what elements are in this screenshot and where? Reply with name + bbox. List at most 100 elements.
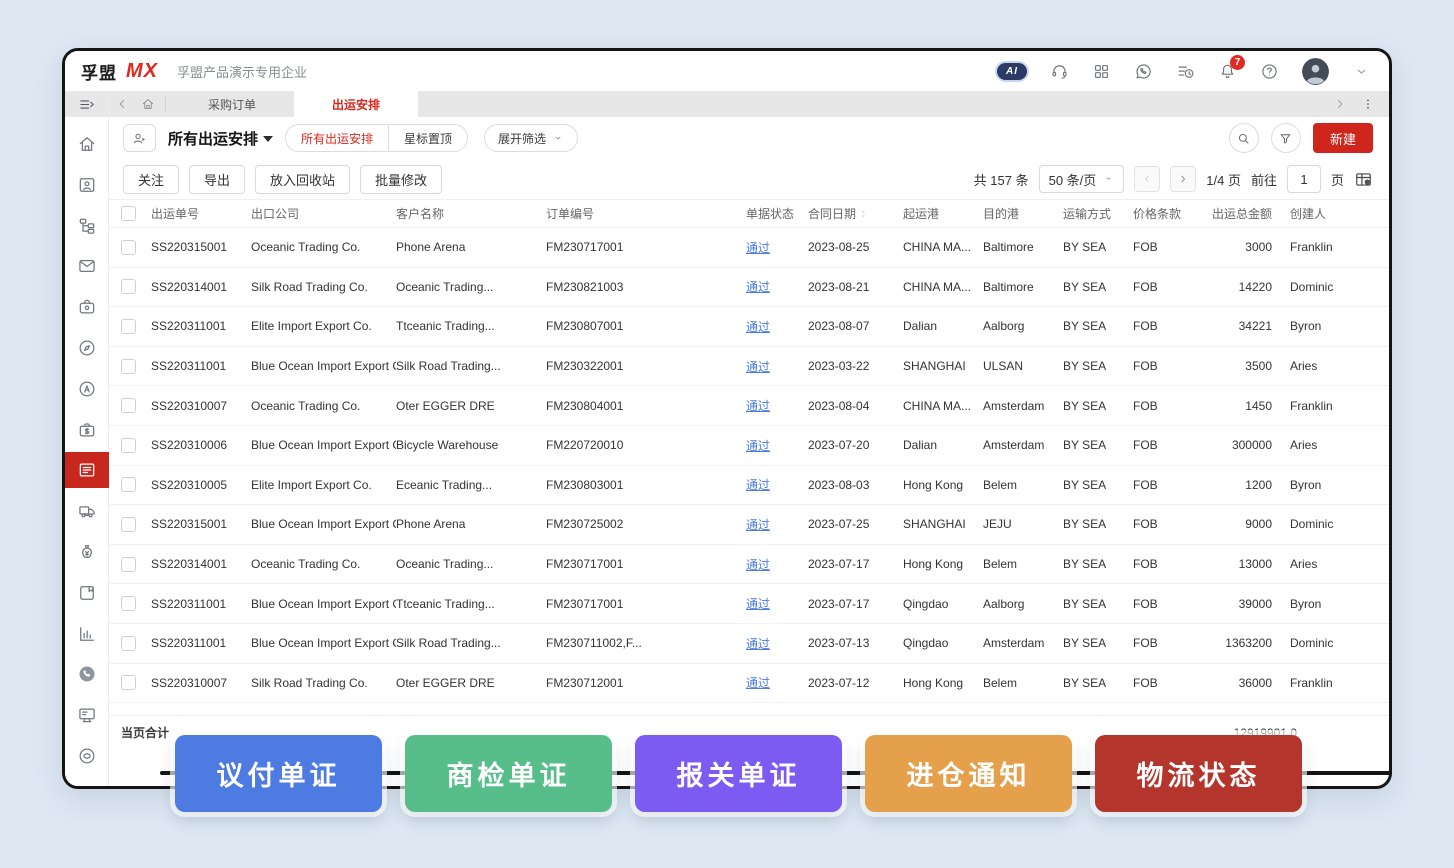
table-row[interactable]: SS220314001Silk Road Trading Co.Oceanic … [109,268,1389,308]
menu-toggle-icon[interactable] [65,91,108,117]
cell-status[interactable]: 通过 [746,278,808,295]
goto-page-input[interactable] [1287,165,1321,193]
row-checkbox[interactable] [121,398,151,413]
column-header-合同日期[interactable]: 合同日期 [808,205,903,222]
column-header-出运总金额[interactable]: 出运总金额 [1198,205,1278,222]
flow-button-进仓通知[interactable]: 进仓通知 [865,735,1072,812]
column-header-单据状态[interactable]: 单据状态 [746,205,808,222]
toolbar-button-放入回收站[interactable]: 放入回收站 [255,165,350,194]
back-chevron-icon[interactable] [109,91,135,117]
sidebar-item-monitor[interactable] [65,697,109,733]
kebab-menu-icon[interactable] [1355,97,1381,111]
column-header-起运港[interactable]: 起运港 [903,205,983,222]
column-header-创建人[interactable]: 创建人 [1278,205,1375,222]
segment-星标置顶[interactable]: 星标置顶 [388,125,467,151]
sidebar-item-shipping-doc[interactable] [65,452,109,488]
table-row[interactable]: SS220315001Blue Ocean Import Export Co.P… [109,505,1389,545]
person-filter-button[interactable] [123,124,156,152]
sidebar-item-settings[interactable] [65,738,109,774]
flow-button-物流状态[interactable]: 物流状态 [1095,735,1302,812]
apps-grid-icon[interactable] [1092,62,1111,81]
prev-page-button[interactable] [1134,166,1160,192]
chevron-down-icon[interactable] [1352,62,1371,81]
view-selector-dropdown[interactable]: 所有出运安排 [168,128,273,149]
sidebar-item-home[interactable] [65,126,109,162]
cell-status[interactable]: 通过 [746,674,808,691]
select-all-checkbox[interactable] [121,206,151,221]
toolbar-button-导出[interactable]: 导出 [189,165,245,194]
cell-status[interactable]: 通过 [746,358,808,375]
bell-icon[interactable]: 7 [1218,62,1237,81]
row-checkbox[interactable] [121,240,151,255]
row-checkbox[interactable] [121,517,151,532]
table-row[interactable]: SS220310007Oceanic Trading Co.Oter EGGER… [109,386,1389,426]
segment-所有出运安排[interactable]: 所有出运安排 [286,125,388,151]
table-row[interactable]: SS220315001Oceanic Trading Co.Phone Aren… [109,228,1389,268]
cell-status[interactable]: 通过 [746,476,808,493]
cell-status[interactable]: 通过 [746,595,808,612]
sidebar-item-mail[interactable] [65,248,109,284]
row-checkbox[interactable] [121,319,151,334]
cell-status[interactable]: 通过 [746,397,808,414]
tab-采购订单[interactable]: 采购订单 [170,91,294,117]
row-checkbox[interactable] [121,438,151,453]
flow-button-议付单证[interactable]: 议付单证 [175,735,382,812]
table-row[interactable]: SS220311001Blue Ocean Import Export Co.S… [109,624,1389,664]
tab-出运安排[interactable]: 出运安排 [294,91,418,117]
table-row[interactable]: SS220310007Silk Road Trading Co.Oter EGG… [109,664,1389,704]
sidebar-item-notebook[interactable] [65,575,109,611]
cell-status[interactable]: 通过 [746,318,808,335]
toolbar-button-批量修改[interactable]: 批量修改 [360,165,442,194]
sidebar-item-compass[interactable] [65,330,109,366]
row-checkbox[interactable] [121,675,151,690]
toolbar-button-关注[interactable]: 关注 [123,165,179,194]
sidebar-item-letter-a[interactable] [65,371,109,407]
filter-funnel-button[interactable] [1271,123,1301,153]
sidebar-item-money-bag[interactable] [65,534,109,570]
avatar[interactable] [1302,58,1329,85]
forward-chevron-icon[interactable] [1327,97,1353,111]
column-header-目的港[interactable]: 目的港 [983,205,1063,222]
row-checkbox[interactable] [121,279,151,294]
cell-status[interactable]: 通过 [746,239,808,256]
sort-icon[interactable] [859,207,868,221]
cell-status[interactable]: 通过 [746,556,808,573]
column-header-出口公司[interactable]: 出口公司 [251,205,396,222]
sidebar-item-bag[interactable] [65,289,109,325]
cell-status[interactable]: 通过 [746,635,808,652]
help-icon[interactable] [1260,62,1279,81]
sidebar-item-truck[interactable] [65,493,109,529]
home-tab-icon[interactable] [135,91,161,117]
sidebar-item-whatsapp-filled[interactable] [65,656,109,692]
sidebar-item-briefcase-dollar[interactable] [65,412,109,448]
column-header-客户名称[interactable]: 客户名称 [396,205,546,222]
column-header-订单编号[interactable]: 订单编号 [546,205,746,222]
whatsapp-icon[interactable] [1134,62,1153,81]
table-row[interactable]: SS220311001Blue Ocean Import Export Co.T… [109,584,1389,624]
ai-badge[interactable]: AI [997,63,1027,80]
row-checkbox[interactable] [121,359,151,374]
task-list-icon[interactable] [1176,62,1195,81]
cell-status[interactable]: 通过 [746,516,808,533]
table-row[interactable]: SS220311001Blue Ocean Import Export Co.S… [109,347,1389,387]
search-button[interactable] [1229,123,1259,153]
column-header-出运单号[interactable]: 出运单号 [151,205,251,222]
sidebar-item-org-tree[interactable] [65,208,109,244]
page-size-select[interactable]: 50 条/页 [1039,165,1125,193]
table-row[interactable]: SS220310005Elite Import Export Co.Eceani… [109,466,1389,506]
sidebar-item-contacts[interactable] [65,167,109,203]
create-button[interactable]: 新建 [1313,123,1373,153]
row-checkbox[interactable] [121,557,151,572]
flow-button-商检单证[interactable]: 商检单证 [405,735,612,812]
next-page-button[interactable] [1170,166,1196,192]
table-row[interactable]: SS220314001Oceanic Trading Co.Oceanic Tr… [109,545,1389,585]
row-checkbox[interactable] [121,636,151,651]
table-settings-icon[interactable] [1354,170,1373,189]
headset-icon[interactable] [1050,62,1069,81]
column-header-价格条款[interactable]: 价格条款 [1133,205,1198,222]
column-header-运输方式[interactable]: 运输方式 [1063,205,1133,222]
row-checkbox[interactable] [121,596,151,611]
sidebar-item-bar-chart[interactable] [65,616,109,652]
expand-filter-button[interactable]: 展开筛选 [484,124,578,152]
table-row[interactable]: SS220311001Elite Import Export Co.Ttcean… [109,307,1389,347]
